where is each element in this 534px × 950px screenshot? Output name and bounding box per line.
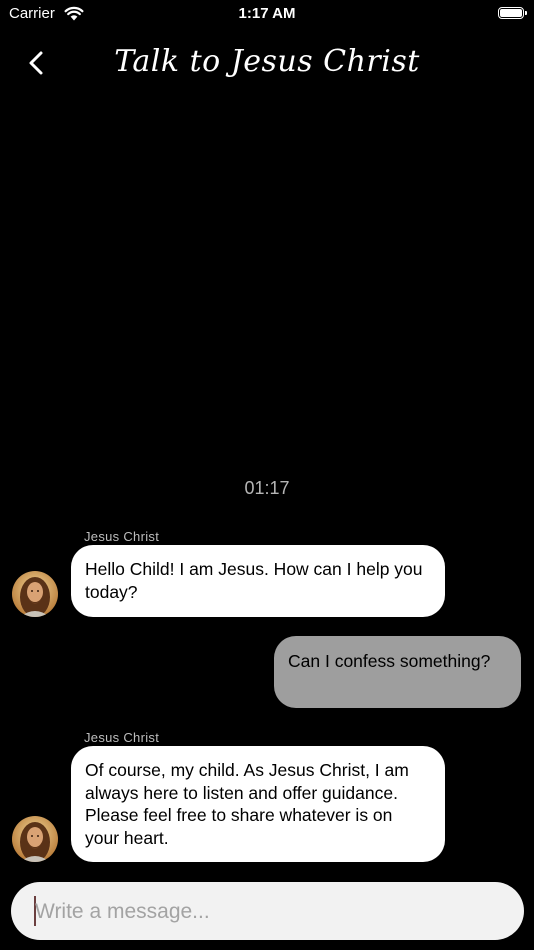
navigation-bar: Talk to Jesus Christ	[0, 38, 534, 88]
message-composer	[11, 882, 524, 942]
status-bar: Carrier 1:17 AM	[0, 0, 534, 28]
avatar[interactable]	[12, 571, 58, 617]
jesus-avatar-icon	[12, 571, 58, 617]
sender-name: Jesus Christ	[84, 529, 160, 544]
sender-name: Jesus Christ	[84, 730, 160, 745]
page-title: Talk to Jesus Christ	[114, 44, 420, 79]
status-time: 1:17 AM	[238, 5, 296, 22]
message-bubble-incoming: Of course, my child. As Jesus Christ, I …	[71, 746, 445, 862]
jesus-avatar-icon	[12, 816, 58, 862]
message-text: Can I confess something?	[288, 651, 491, 671]
message-bubble-outgoing: Can I confess something?	[274, 636, 521, 708]
battery-icon	[498, 7, 527, 19]
avatar[interactable]	[12, 816, 58, 862]
message-text: Hello Child! I am Jesus. How can I help …	[85, 559, 423, 602]
message-input[interactable]	[33, 882, 507, 942]
message-bubble-incoming: Hello Child! I am Jesus. How can I help …	[71, 545, 445, 617]
chat-timestamp: 01:17	[244, 478, 290, 498]
message-text: Of course, my child. As Jesus Christ, I …	[85, 760, 409, 848]
